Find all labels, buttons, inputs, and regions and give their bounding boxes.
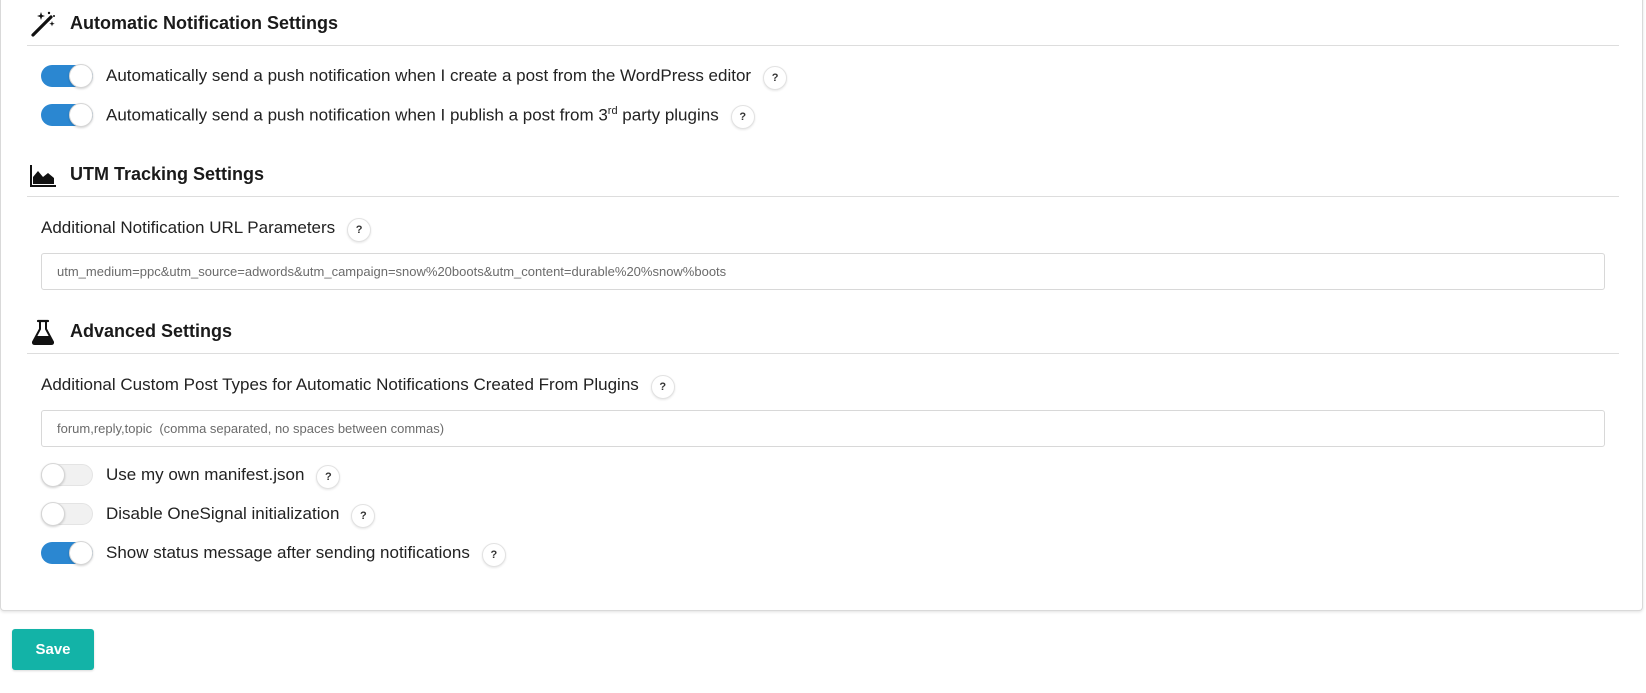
help-icon[interactable]: ? — [730, 105, 755, 129]
help-icon[interactable]: ? — [650, 375, 675, 399]
status-message-label: Show status message after sending notifi… — [106, 543, 470, 562]
toggle-knob — [41, 463, 65, 487]
disable-init-toggle[interactable] — [41, 502, 93, 526]
status-message-row: Show status message after sending notifi… — [41, 540, 506, 567]
auto-send-wp-editor-row: Automatically send a push notification w… — [41, 63, 788, 90]
help-icon[interactable]: ? — [347, 218, 372, 242]
auto-send-wp-editor-toggle[interactable] — [41, 64, 93, 88]
auto-send-wp-editor-label: Automatically send a push notification w… — [106, 66, 752, 85]
settings-panel: Automatic Notification Settings Automati… — [0, 0, 1643, 611]
flask-icon — [31, 319, 55, 345]
save-button[interactable]: Save — [12, 629, 94, 670]
toggle-knob — [69, 64, 93, 88]
help-icon[interactable]: ? — [481, 543, 506, 567]
help-icon[interactable]: ? — [316, 465, 341, 489]
disable-init-label: Disable OneSignal initialization — [106, 504, 340, 523]
help-icon[interactable]: ? — [351, 504, 376, 528]
toggle-knob — [69, 541, 93, 565]
toggle-knob — [41, 502, 65, 526]
own-manifest-row: Use my own manifest.json ? — [41, 462, 341, 489]
section-title: UTM Tracking Settings — [70, 164, 265, 184]
custom-post-types-label: Additional Custom Post Types for Automat… — [41, 371, 675, 399]
utm-tracking-settings-header: UTM Tracking Settings — [27, 157, 1619, 197]
auto-send-third-party-label: Automatically send a push notification w… — [106, 104, 719, 125]
help-icon[interactable]: ? — [763, 66, 788, 90]
disable-init-row: Disable OneSignal initialization ? — [41, 501, 376, 528]
custom-post-types-input[interactable] — [41, 410, 1605, 447]
own-manifest-label: Use my own manifest.json — [106, 465, 305, 484]
section-title: Automatic Notification Settings — [70, 13, 339, 33]
section-title: Advanced Settings — [70, 321, 233, 341]
auto-send-third-party-row: Automatically send a push notification w… — [41, 102, 755, 129]
auto-send-third-party-toggle[interactable] — [41, 103, 93, 127]
status-message-toggle[interactable] — [41, 541, 93, 565]
url-parameters-input[interactable] — [41, 253, 1605, 290]
own-manifest-toggle[interactable] — [41, 463, 93, 487]
magic-wand-icon — [31, 11, 55, 37]
area-chart-icon — [30, 165, 56, 187]
automatic-notification-settings-header: Automatic Notification Settings — [27, 6, 1619, 46]
advanced-settings-header: Advanced Settings — [27, 314, 1619, 354]
toggle-knob — [69, 103, 93, 127]
url-parameters-label: Additional Notification URL Parameters ? — [41, 214, 372, 242]
